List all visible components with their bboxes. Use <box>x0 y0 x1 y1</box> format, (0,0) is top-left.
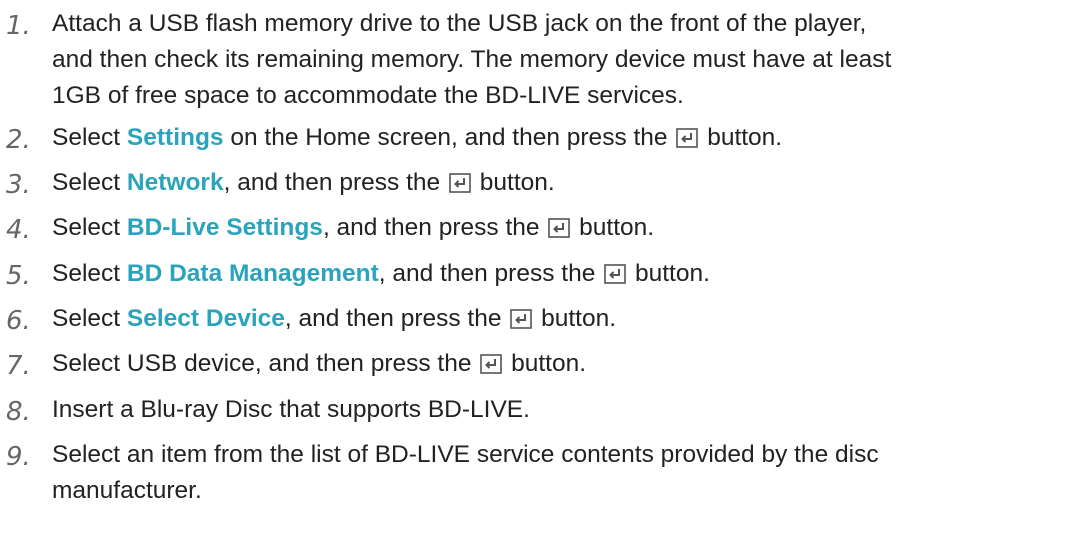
step-number: 6. <box>6 306 31 336</box>
step-text-end: button. <box>541 305 617 332</box>
menu-highlight-bd-data-management: BD Data Management <box>126 260 379 287</box>
step-text: Select BD Data Management, and then pres… <box>52 256 1072 292</box>
step-text-pre: Select <box>52 214 127 241</box>
step-text-end: button. <box>634 260 710 287</box>
step-line: 1GB of free space to accommodate the BD-… <box>52 82 684 109</box>
step-text-post: , and then press the <box>223 169 441 196</box>
step-line: manufacturer. <box>52 477 202 504</box>
step-text: Select an item from the list of BD-LIVE … <box>52 437 1072 509</box>
step-line: Attach a USB flash memory drive to the U… <box>52 10 867 37</box>
step-text-pre: Select USB device, and then press the <box>52 350 472 377</box>
enter-icon <box>604 264 626 284</box>
step-text: Select Network, and then press the butto… <box>52 165 1072 201</box>
step-text-post: on the Home screen, and then press the <box>223 124 668 151</box>
step-text: Select Select Device, and then press the… <box>52 301 1072 337</box>
step-line: and then check its remaining memory. The… <box>52 46 892 73</box>
step-number: 2. <box>6 125 31 155</box>
step-text-end: button. <box>479 169 555 196</box>
step-number: 3. <box>6 170 31 200</box>
step-number: 9. <box>6 442 31 472</box>
step-number: 4. <box>6 215 31 245</box>
step-text: Select Settings on the Home screen, and … <box>52 120 1072 156</box>
enter-icon <box>449 173 471 193</box>
enter-icon <box>548 218 571 238</box>
enter-icon <box>480 354 503 374</box>
step-text-post: , and then press the <box>378 260 596 287</box>
enter-icon <box>676 128 699 148</box>
step-text: Insert a Blu-ray Disc that supports BD-L… <box>52 396 530 423</box>
enter-icon <box>510 309 533 329</box>
step-text: Select USB device, and then press the bu… <box>52 346 1072 382</box>
step-text: Attach a USB flash memory drive to the U… <box>52 6 1072 114</box>
step-text-pre: Select <box>52 305 127 332</box>
step-text: Select BD-Live Settings, and then press … <box>52 210 1072 246</box>
step-line: Select an item from the list of BD-LIVE … <box>52 441 879 468</box>
step-text-pre: Select <box>52 124 127 151</box>
step-text-post: , and then press the <box>322 214 540 241</box>
step-number: 1. <box>6 11 31 41</box>
step-text-post: , and then press the <box>284 305 502 332</box>
menu-highlight-network: Network <box>126 169 224 196</box>
step-number: 7. <box>6 351 31 381</box>
menu-highlight-settings: Settings <box>126 124 224 151</box>
step-number: 8. <box>6 397 31 427</box>
step-text-end: button. <box>579 214 655 241</box>
step-text-pre: Select <box>52 169 127 196</box>
step-text-pre: Select <box>52 260 127 287</box>
menu-highlight-select-device: Select Device <box>126 305 285 332</box>
step-number: 5. <box>6 261 31 291</box>
step-text-end: button. <box>707 124 783 151</box>
menu-highlight-bd-live-settings: BD-Live Settings <box>126 214 323 241</box>
step-text-end: button. <box>511 350 587 377</box>
